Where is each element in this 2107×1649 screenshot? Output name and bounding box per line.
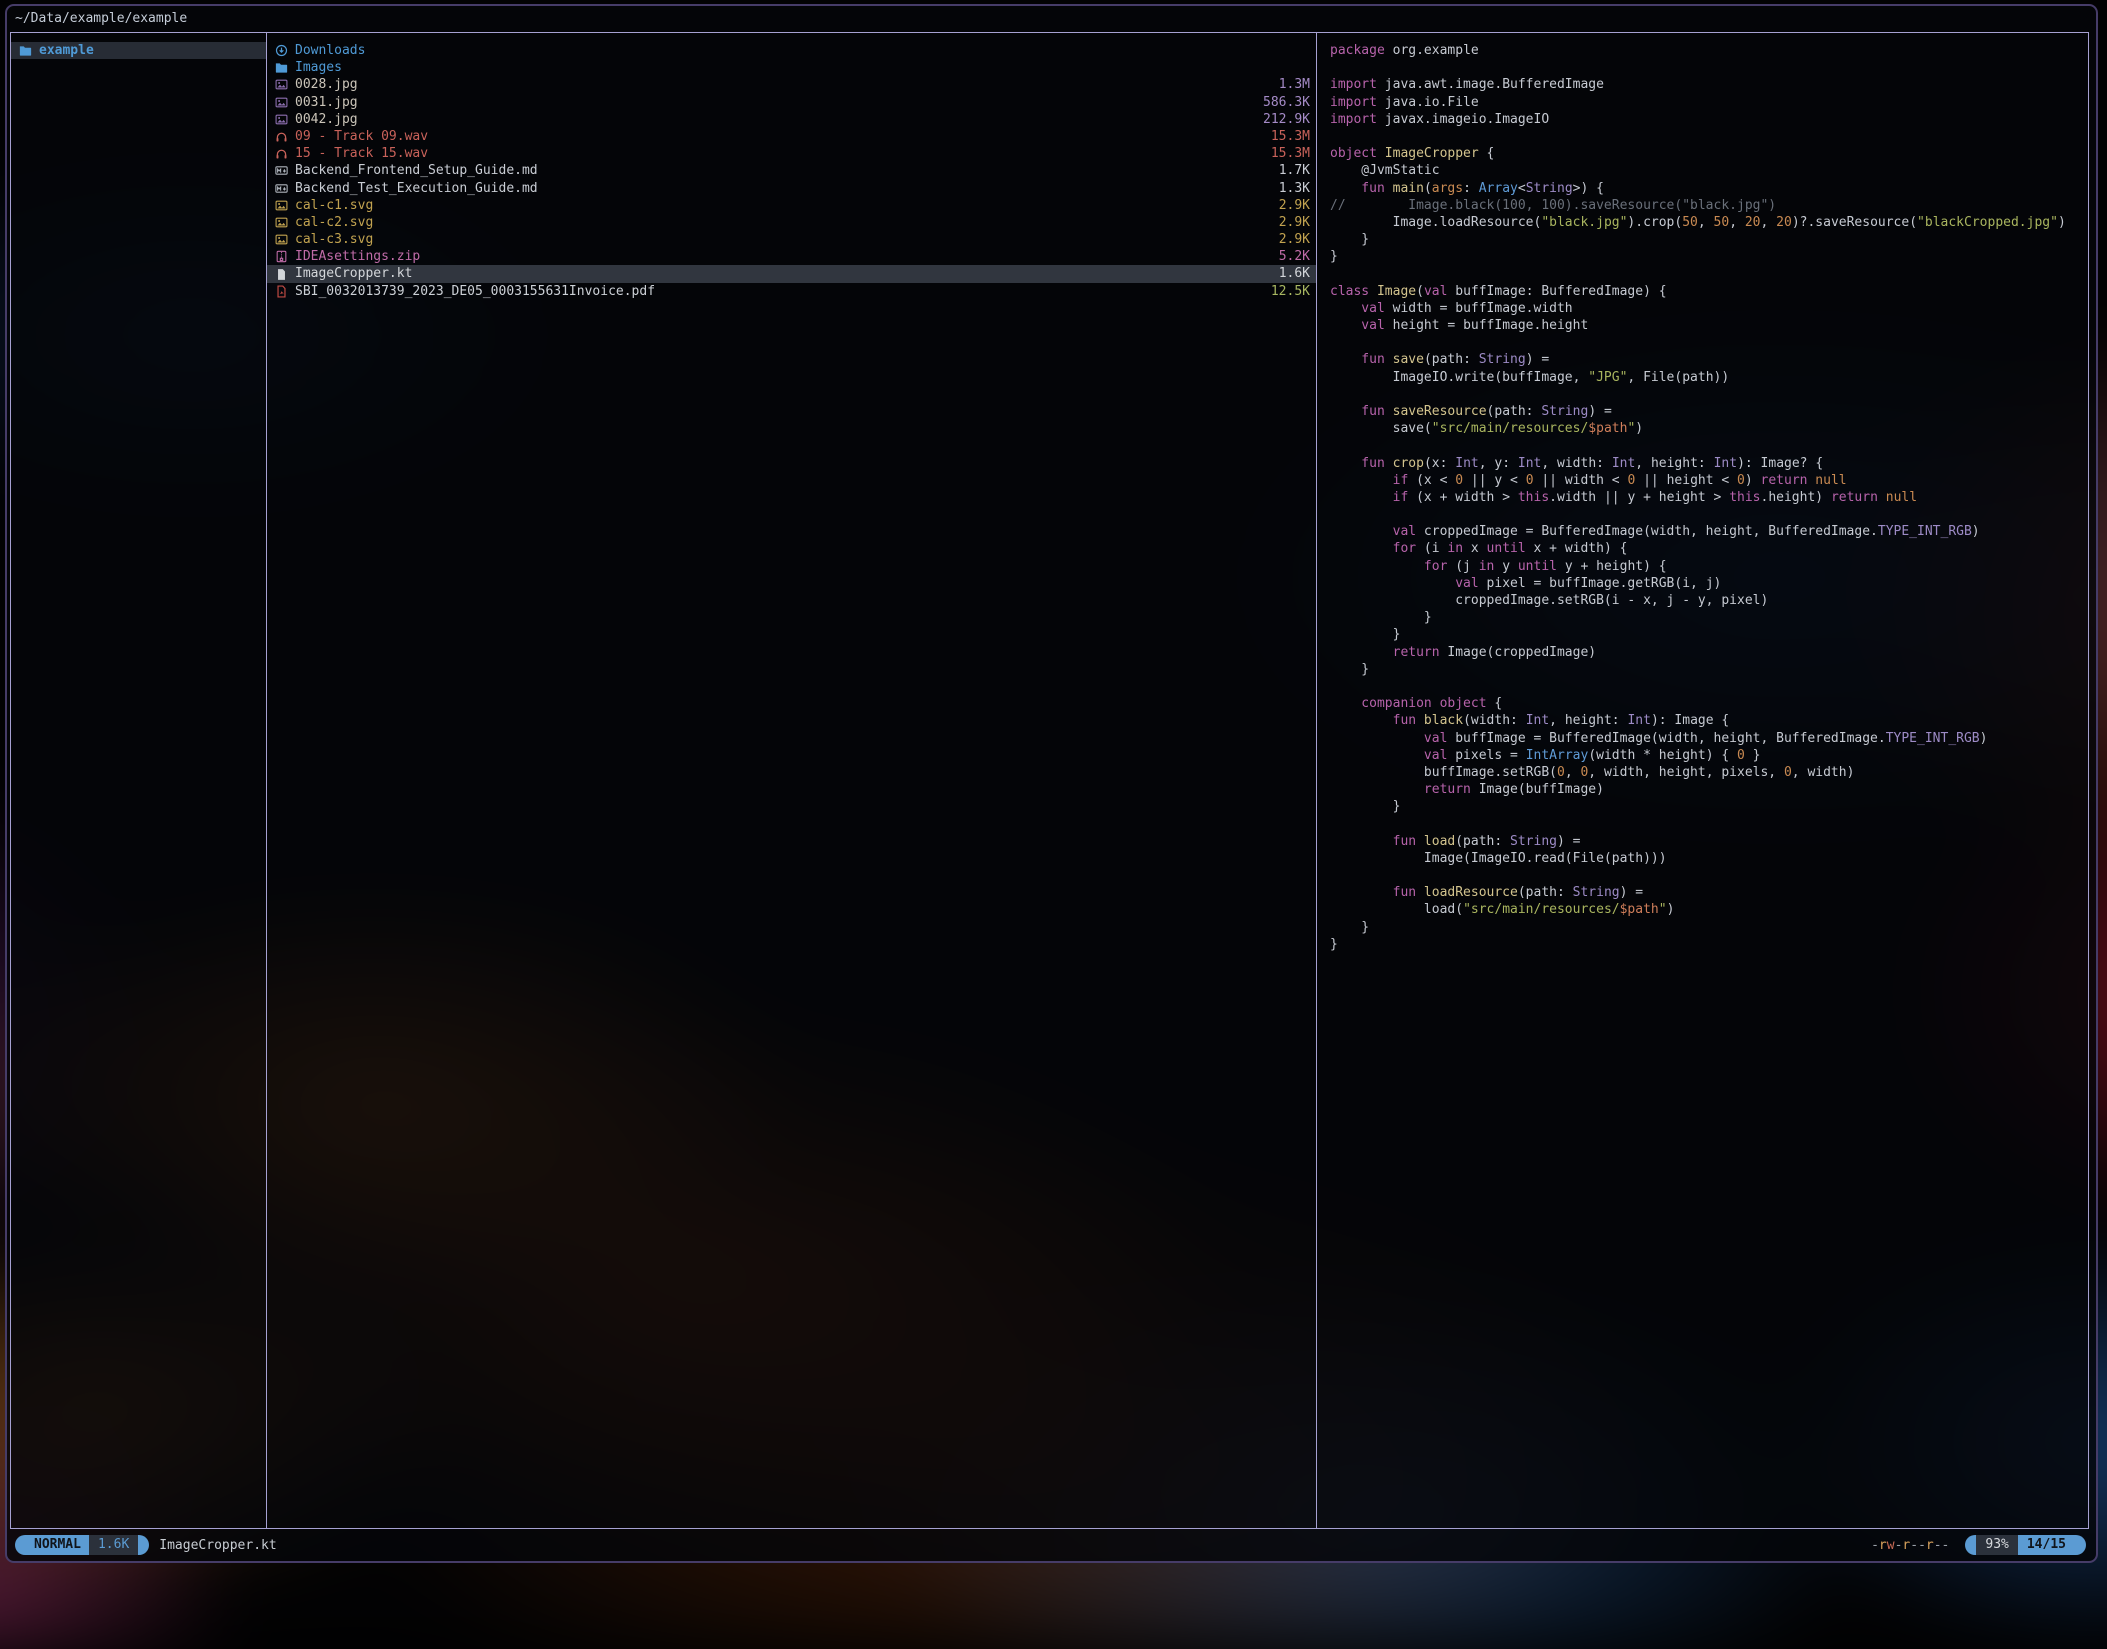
file-size: 1.7K [1269, 162, 1310, 179]
file-size: 212.9K [1253, 111, 1310, 128]
file-permissions: -rw-r--r-- [1871, 1538, 1949, 1553]
file-name: 0031.jpg [295, 94, 358, 111]
terminal-window: ~/Data/example/example example Downloads… [5, 4, 2098, 1563]
image-icon [275, 199, 288, 212]
file-name: cal-c1.svg [295, 197, 373, 214]
file-size: 12.5K [1261, 283, 1310, 300]
file-size: 2.9K [1269, 214, 1310, 231]
file-size: 586.3K [1253, 94, 1310, 111]
file-name: 0028.jpg [295, 76, 358, 93]
parent-item-label: example [39, 42, 94, 59]
file-row[interactable]: cal-c3.svg 2.9K [267, 231, 1316, 248]
file-row[interactable]: 0028.jpg 1.3M [267, 76, 1316, 93]
image-icon [275, 96, 288, 109]
folder-icon [275, 61, 288, 74]
file-row[interactable]: Backend_Test_Execution_Guide.md 1.3K [267, 180, 1316, 197]
file-icon [275, 268, 288, 281]
image-icon [275, 216, 288, 229]
file-name: 15 - Track 15.wav [295, 145, 428, 162]
breadcrumb-path: ~/Data/example/example [15, 8, 187, 30]
audio-icon [275, 147, 288, 160]
file-name: cal-c2.svg [295, 214, 373, 231]
image-icon [275, 78, 288, 91]
parent-item-example[interactable]: example [11, 42, 266, 59]
code-preview: package org.example import java.awt.imag… [1330, 42, 2080, 953]
image-icon [275, 113, 288, 126]
archive-icon [275, 250, 288, 263]
file-name: Backend_Frontend_Setup_Guide.md [295, 162, 538, 179]
pill-right-cap [138, 1535, 149, 1555]
scroll-percent: 93% [1976, 1535, 2017, 1555]
file-size: 15.3M [1261, 128, 1310, 145]
file-name: ImageCropper.kt [295, 265, 412, 282]
file-row[interactable]: cal-c2.svg 2.9K [267, 214, 1316, 231]
cursor-position: 14/15 [2018, 1535, 2075, 1555]
file-row[interactable]: 0042.jpg 212.9K [267, 111, 1316, 128]
hovered-file-name: ImageCropper.kt [159, 1538, 276, 1553]
file-name: 09 - Track 09.wav [295, 128, 428, 145]
file-manager: example Downloads Images 0028.jpg 1.3M [10, 32, 2089, 1529]
file-size: 1.6K [1269, 265, 1310, 282]
file-row[interactable]: cal-c1.svg 2.9K [267, 197, 1316, 214]
file-row[interactable]: IDEAsettings.zip 5.2K [267, 248, 1316, 265]
parent-pane[interactable]: example [11, 33, 267, 1528]
file-size: 5.2K [1269, 248, 1310, 265]
markdown-icon [275, 164, 288, 177]
file-size: 2.9K [1269, 197, 1310, 214]
file-list-pane[interactable]: Downloads Images 0028.jpg 1.3M 0031.jpg … [267, 33, 1317, 1528]
folder-icon [19, 44, 32, 57]
audio-icon [275, 130, 288, 143]
file-name: Images [295, 59, 342, 76]
hovered-file-size: 1.6K [89, 1535, 138, 1555]
image-icon [275, 233, 288, 246]
pdf-icon [275, 285, 288, 298]
file-row[interactable]: 0031.jpg 586.3K [267, 94, 1316, 111]
code-preview-pane[interactable]: package org.example import java.awt.imag… [1317, 33, 2088, 1528]
pill-left-cap [15, 1535, 26, 1555]
file-name: cal-c3.svg [295, 231, 373, 248]
file-name: Downloads [295, 42, 365, 59]
file-size: 15.3M [1261, 145, 1310, 162]
file-row[interactable]: Images [267, 59, 1316, 76]
file-name: IDEAsettings.zip [295, 248, 420, 265]
file-name: Backend_Test_Execution_Guide.md [295, 180, 538, 197]
markdown-icon [275, 182, 288, 195]
file-row[interactable]: Downloads [267, 42, 1316, 59]
file-row[interactable]: 09 - Track 09.wav 15.3M [267, 128, 1316, 145]
download-folder-icon [275, 44, 288, 57]
file-size: 2.9K [1269, 231, 1310, 248]
file-row-hovered[interactable]: ImageCropper.kt 1.6K [267, 265, 1316, 282]
status-bar: NORMAL 1.6K ImageCropper.kt -rw-r--r-- 9… [15, 1534, 2086, 1556]
file-row[interactable]: 15 - Track 15.wav 15.3M [267, 145, 1316, 162]
pill-right-cap [2075, 1535, 2086, 1555]
pill-left-cap [1965, 1535, 1976, 1555]
file-row[interactable]: Backend_Frontend_Setup_Guide.md 1.7K [267, 162, 1316, 179]
file-name: SBI_0032013739_2023_DE05_0003155631Invoi… [295, 283, 655, 300]
file-size: 1.3M [1269, 76, 1310, 93]
file-name: 0042.jpg [295, 111, 358, 128]
file-row[interactable]: SBI_0032013739_2023_DE05_0003155631Invoi… [267, 283, 1316, 300]
mode-indicator: NORMAL [26, 1535, 89, 1555]
status-right: -rw-r--r-- 93% 14/15 [1871, 1535, 2086, 1555]
file-size: 1.3K [1269, 180, 1310, 197]
